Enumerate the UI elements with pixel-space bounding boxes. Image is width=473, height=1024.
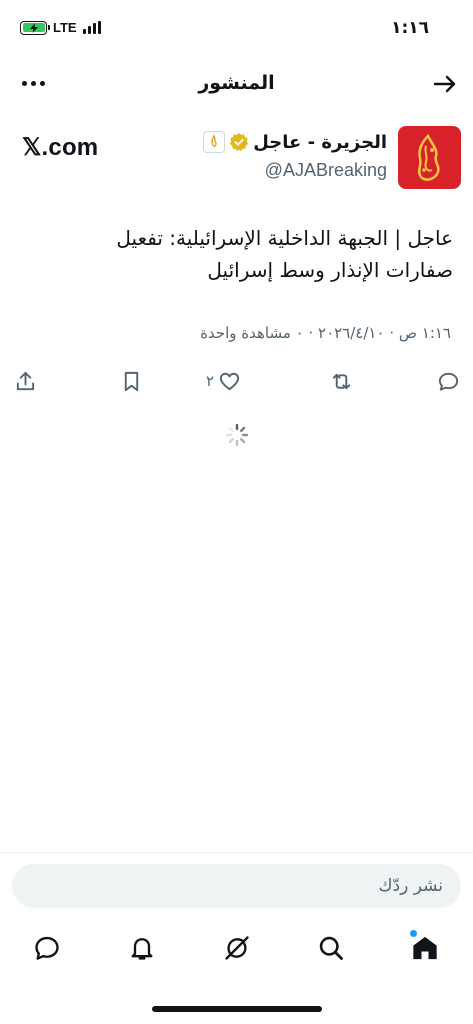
nav-messages[interactable] xyxy=(32,932,62,964)
bookmark-icon xyxy=(124,371,139,391)
bell-icon xyxy=(131,938,153,960)
message-icon xyxy=(35,936,59,960)
verified-badge-icon xyxy=(230,132,249,152)
share-button[interactable] xyxy=(14,368,37,394)
nav-notifications[interactable] xyxy=(127,932,157,964)
grok-icon xyxy=(225,936,249,960)
post-text-line: صفارات الإنذار وسط إسرائيل xyxy=(207,258,453,282)
notification-dot xyxy=(410,930,417,937)
author-name-row[interactable]: الجزيرة - عاجل xyxy=(203,131,387,153)
battery-icon xyxy=(20,20,50,35)
like-button[interactable]: ٢ xyxy=(206,368,241,394)
nav-search[interactable] xyxy=(316,932,346,964)
repost-button[interactable] xyxy=(330,368,353,394)
page-title: المنشور xyxy=(198,72,275,94)
avatar[interactable] xyxy=(398,126,461,189)
post-text: عاجل | الجبهة الداخلية الإسرائيلية: تفعي… xyxy=(13,222,453,286)
more-dots-icon[interactable] xyxy=(22,74,48,92)
divider xyxy=(0,852,473,853)
reply-input[interactable]: نشر ردّك xyxy=(12,864,461,908)
network-label: LTE xyxy=(53,20,77,35)
reply-placeholder: نشر ردّك xyxy=(378,876,443,896)
like-count: ٢ xyxy=(206,372,215,390)
affiliate-badge-icon xyxy=(203,131,226,153)
loading-spinner-icon xyxy=(225,423,249,447)
reply-icon xyxy=(438,372,459,391)
author-handle[interactable]: @AJABreaking xyxy=(265,160,387,181)
signal-icon xyxy=(82,21,101,34)
status-time: ١:١٦ xyxy=(391,18,429,38)
post-meta: ١:١٦ ص · ٢٠٢٦/٤/١٠ · ٠ مشاهدة واحدة xyxy=(200,324,451,342)
author-name[interactable]: الجزيرة - عاجل xyxy=(253,132,387,153)
nav-grok[interactable] xyxy=(222,932,252,964)
home-indicator[interactable] xyxy=(152,1006,322,1012)
post-text-line: عاجل | الجبهة الداخلية الإسرائيلية: تفعي… xyxy=(116,226,453,250)
repost-icon xyxy=(332,373,351,389)
status-indicators: LTE xyxy=(20,20,101,35)
share-icon xyxy=(16,371,35,390)
home-icon xyxy=(413,936,437,960)
arrow-right-icon[interactable] xyxy=(433,72,457,96)
search-icon xyxy=(319,936,343,960)
heart-icon xyxy=(219,372,240,390)
reply-button[interactable] xyxy=(437,368,460,394)
bookmark-button[interactable] xyxy=(120,368,143,394)
source-label: 𝕏.com xyxy=(22,134,99,161)
aljazeera-logo-icon xyxy=(418,133,440,181)
